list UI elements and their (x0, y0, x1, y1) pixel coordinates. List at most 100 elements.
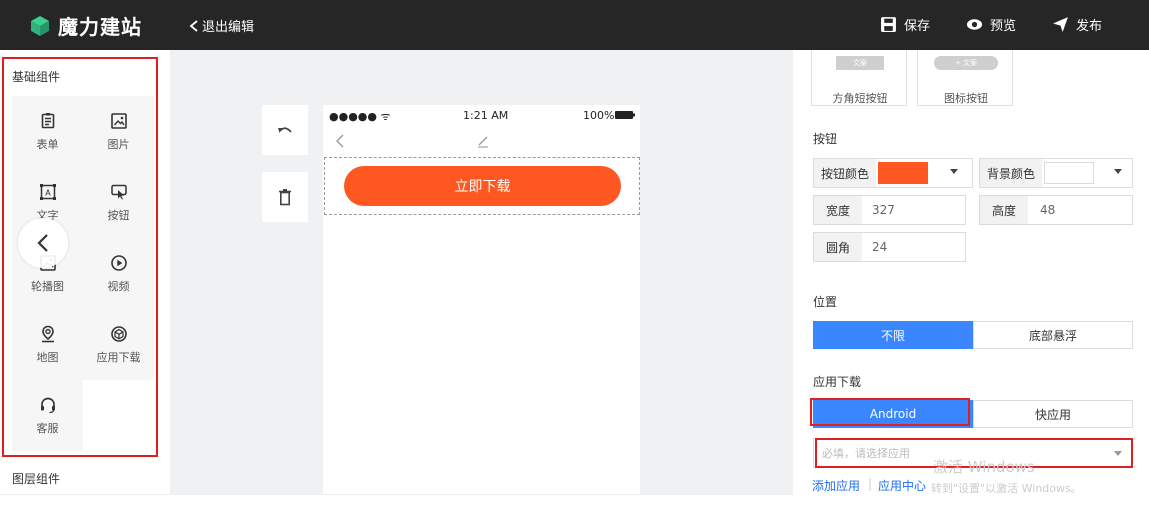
undo-button[interactable] (262, 105, 308, 155)
exit-edit-button[interactable]: 退出编辑 (188, 16, 254, 35)
width-value: 327 (872, 203, 895, 217)
preview-button[interactable]: 预览 (966, 15, 1016, 34)
eye-icon (966, 19, 983, 30)
phone-nav-bar (323, 127, 640, 155)
preset-demo: 文案 (836, 56, 884, 70)
headset-icon (40, 397, 55, 413)
map-pin-icon (41, 325, 54, 342)
publish-button[interactable]: 发布 (1052, 15, 1102, 34)
component-label: 地图 (36, 350, 59, 364)
paper-plane-icon (1053, 17, 1068, 32)
form-icon (41, 112, 54, 128)
top-bar: 魔力建站 退出编辑 保存 预览 发布 (0, 0, 1149, 50)
app-select-placeholder: 必填，请选择应用 (822, 447, 910, 460)
video-icon (110, 254, 127, 271)
collapse-panel-button[interactable] (18, 218, 68, 268)
svg-text:A: A (45, 188, 51, 197)
dropdown-caret-icon (950, 169, 958, 174)
activation-watermark-text: 转到"设置"以激活 Windows。 (931, 482, 1082, 495)
preview-label: 预览 (990, 19, 1017, 34)
signal-indicator: ●●●●● ᯤ (329, 110, 391, 123)
preset-icon-button[interactable]: + 文案 图标按钮 (917, 50, 1013, 106)
brand-logo: 魔力建站 (28, 11, 142, 40)
component-video[interactable]: 视频 (83, 238, 154, 309)
component-panel: 基础组件 表单 图片 A 文字 按钮 轮播图 视频 地图 应用下载 客服 图层组… (0, 50, 170, 519)
button-color-label: 按钮颜色 (814, 159, 877, 187)
platform-android-tab[interactable]: Android (813, 400, 973, 428)
link-separator: | (868, 477, 873, 491)
background-color-swatch (1044, 162, 1094, 184)
layer-components-title: 图层组件 (12, 472, 61, 486)
back-chevron-icon[interactable] (335, 134, 345, 148)
dropdown-caret-icon (1114, 169, 1122, 174)
save-label: 保存 (904, 19, 931, 34)
width-label: 宽度 (814, 196, 862, 224)
app-download-icon (110, 325, 127, 342)
component-form[interactable]: 表单 (12, 96, 83, 167)
bottom-divider (0, 494, 793, 495)
selected-button-block[interactable]: 立即下载 (324, 157, 640, 215)
save-button[interactable]: 保存 (880, 15, 930, 34)
component-app-download[interactable]: 应用下载 (83, 309, 154, 380)
preset-square-short-button[interactable]: 文案 方角短按钮 (811, 50, 907, 106)
component-map[interactable]: 地图 (12, 309, 83, 380)
delete-button[interactable] (262, 172, 308, 222)
text-icon: A (39, 183, 56, 200)
trash-icon (279, 189, 291, 206)
button-icon (110, 184, 127, 199)
status-time: 1:21 AM (463, 109, 509, 122)
add-app-link[interactable]: 添加应用 (812, 477, 860, 494)
component-customer-service[interactable]: 客服 (12, 380, 83, 451)
component-label: 轮播图 (31, 279, 64, 293)
button-color-picker[interactable]: 按钮颜色 (813, 158, 973, 188)
download-now-button[interactable]: 立即下载 (344, 166, 621, 206)
platform-quick-app-tab[interactable]: 快应用 (973, 400, 1133, 428)
exit-edit-label: 退出编辑 (202, 20, 255, 35)
component-button[interactable]: 按钮 (83, 167, 154, 238)
position-bottom-float-tab[interactable]: 底部悬浮 (973, 321, 1133, 349)
width-field[interactable]: 宽度 327 (813, 195, 966, 225)
position-unlimited-tab[interactable]: 不限 (813, 321, 973, 349)
corner-radius-value: 24 (872, 240, 888, 254)
chevron-left-icon (189, 19, 198, 32)
publish-label: 发布 (1076, 19, 1103, 34)
component-image[interactable]: 图片 (83, 96, 154, 167)
component-label: 图片 (107, 137, 130, 151)
component-label: 表单 (36, 137, 59, 151)
image-icon (110, 112, 127, 129)
activation-watermark-title: 激活 Windows (933, 458, 1035, 476)
properties-panel: 文案 方角短按钮 + 文案 图标按钮 按钮 按钮颜色 背景颜色 宽度 327 高… (793, 50, 1149, 519)
save-icon (881, 17, 896, 32)
preset-demo: + 文案 (934, 56, 998, 70)
app-center-link[interactable]: 应用中心 (878, 477, 926, 494)
chevron-left-icon (37, 234, 48, 252)
brand-name: 魔力建站 (58, 15, 142, 39)
component-label: 按钮 (107, 208, 130, 222)
button-section-title: 按钮 (813, 132, 838, 146)
edit-pencil-icon[interactable] (476, 134, 490, 148)
component-label: 应用下载 (96, 350, 141, 364)
battery-text: 100% (583, 109, 615, 122)
phone-preview: ●●●●● ᯤ 1:21 AM 100% 立即下载 (323, 105, 640, 495)
preset-label: 图标按钮 (944, 92, 988, 105)
undo-icon (278, 127, 292, 133)
dropdown-caret-icon (1114, 451, 1122, 456)
battery-icon (615, 111, 635, 119)
corner-radius-label: 圆角 (814, 233, 862, 261)
corner-radius-field[interactable]: 圆角 24 (813, 232, 966, 262)
preset-label: 方角短按钮 (832, 92, 888, 105)
button-color-swatch (878, 162, 928, 184)
position-section-title: 位置 (813, 295, 838, 309)
height-field[interactable]: 高度 48 (979, 195, 1133, 225)
phone-status-bar: ●●●●● ᯤ 1:21 AM 100% (323, 105, 640, 127)
app-download-section-title: 应用下载 (813, 375, 862, 389)
height-value: 48 (1040, 203, 1056, 217)
basic-components-title: 基础组件 (12, 70, 61, 84)
component-label: 视频 (107, 279, 130, 293)
component-label: 客服 (36, 421, 59, 435)
editor-canvas: ●●●●● ᯤ 1:21 AM 100% 立即下载 (170, 50, 793, 495)
cube-logo-icon (31, 15, 49, 36)
height-label: 高度 (980, 196, 1028, 224)
background-color-picker[interactable]: 背景颜色 (979, 158, 1133, 188)
background-color-label: 背景颜色 (980, 159, 1043, 187)
